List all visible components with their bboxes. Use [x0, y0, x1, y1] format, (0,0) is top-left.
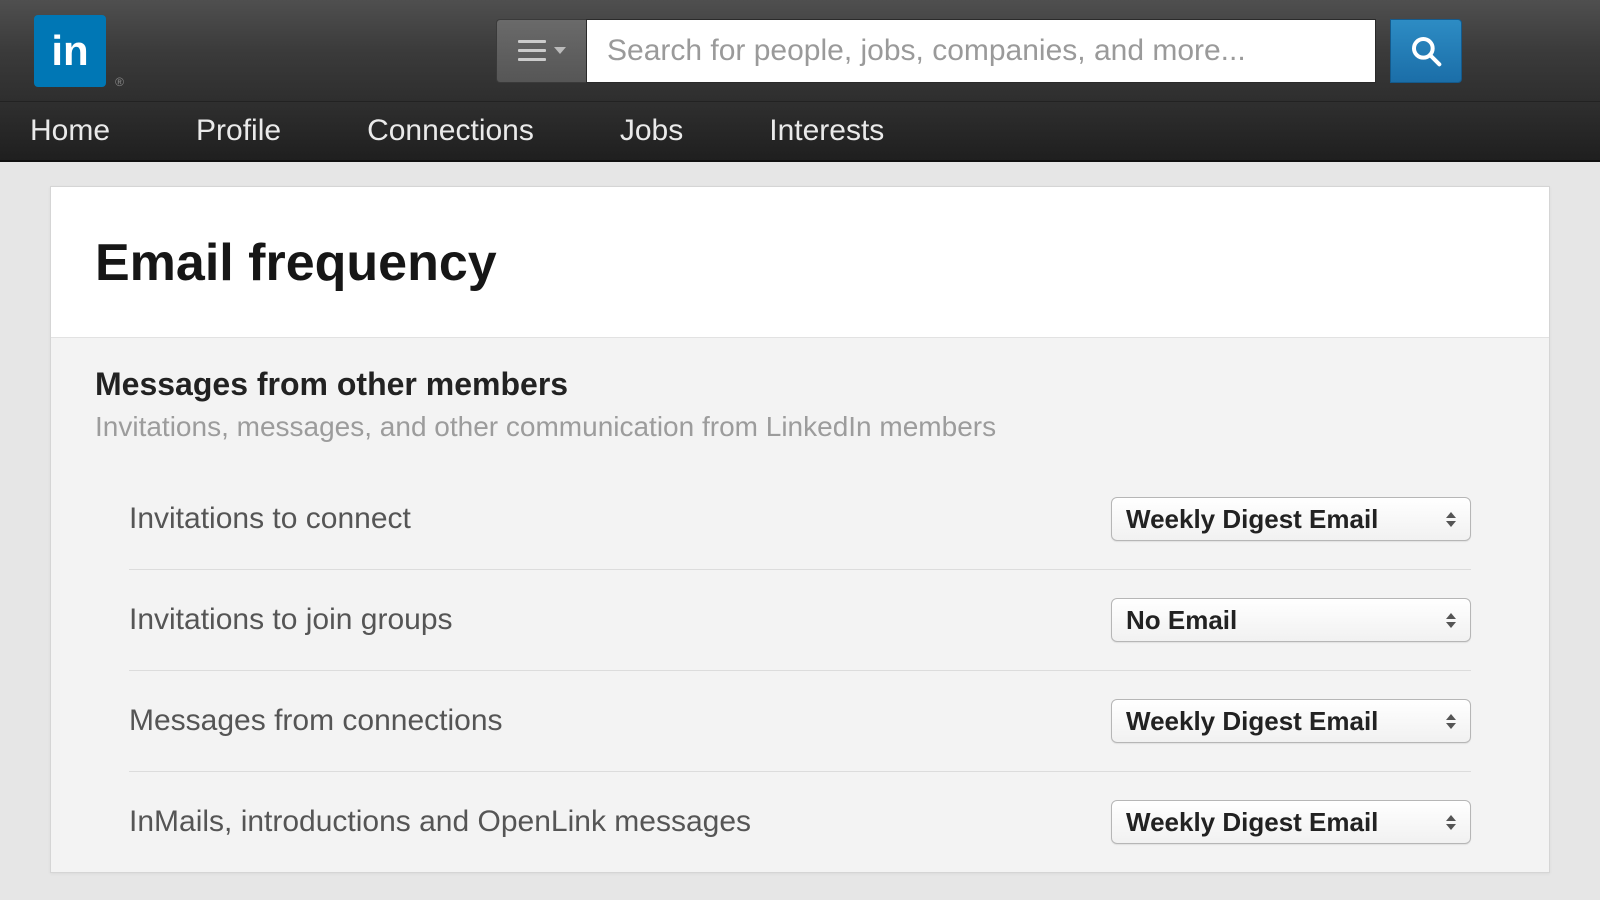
menu-icon	[518, 40, 546, 61]
row-inmails: InMails, introductions and OpenLink mess…	[129, 772, 1471, 872]
updown-icon	[1446, 512, 1456, 527]
select-invitations-groups[interactable]: No Email	[1111, 598, 1471, 642]
search-type-dropdown[interactable]	[496, 19, 586, 83]
row-invitations-groups: Invitations to join groups No Email	[129, 570, 1471, 671]
row-label: InMails, introductions and OpenLink mess…	[129, 805, 751, 839]
search-icon	[1410, 35, 1442, 67]
updown-icon	[1446, 613, 1456, 628]
select-value: Weekly Digest Email	[1126, 807, 1378, 838]
registered-mark: ®	[115, 75, 124, 89]
section-messages: Messages from other members Invitations,…	[51, 337, 1549, 872]
row-label: Invitations to connect	[129, 502, 411, 536]
row-label: Messages from connections	[129, 704, 503, 738]
updown-icon	[1446, 815, 1456, 830]
settings-rows: Invitations to connect Weekly Digest Ema…	[95, 487, 1505, 872]
select-value: No Email	[1126, 605, 1237, 636]
linkedin-logo[interactable]: in ®	[34, 15, 106, 87]
section-subtitle: Invitations, messages, and other communi…	[95, 411, 1505, 443]
select-value: Weekly Digest Email	[1126, 504, 1378, 535]
linkedin-logo-text: in	[51, 27, 88, 75]
select-messages-connections[interactable]: Weekly Digest Email	[1111, 699, 1471, 743]
row-label: Invitations to join groups	[129, 603, 453, 637]
nav-jobs[interactable]: Jobs	[620, 114, 683, 148]
top-bar: in ®	[0, 0, 1600, 102]
nav-interests[interactable]: Interests	[769, 114, 884, 148]
nav-connections[interactable]: Connections	[367, 114, 534, 148]
search-container	[496, 19, 1462, 83]
primary-nav: Home Profile Connections Jobs Interests	[0, 102, 1600, 162]
nav-profile[interactable]: Profile	[196, 114, 281, 148]
page-header: Email frequency	[51, 187, 1549, 337]
row-messages-connections: Messages from connections Weekly Digest …	[129, 671, 1471, 772]
select-value: Weekly Digest Email	[1126, 706, 1378, 737]
search-input[interactable]	[586, 19, 1376, 83]
row-invitations-connect: Invitations to connect Weekly Digest Ema…	[129, 487, 1471, 570]
section-title: Messages from other members	[95, 366, 1505, 403]
updown-icon	[1446, 714, 1456, 729]
select-inmails[interactable]: Weekly Digest Email	[1111, 800, 1471, 844]
nav-home[interactable]: Home	[30, 114, 110, 148]
page-title: Email frequency	[95, 233, 1505, 293]
settings-card: Email frequency Messages from other memb…	[50, 186, 1550, 873]
select-invitations-connect[interactable]: Weekly Digest Email	[1111, 497, 1471, 541]
search-button[interactable]	[1390, 19, 1462, 83]
chevron-down-icon	[554, 47, 566, 54]
